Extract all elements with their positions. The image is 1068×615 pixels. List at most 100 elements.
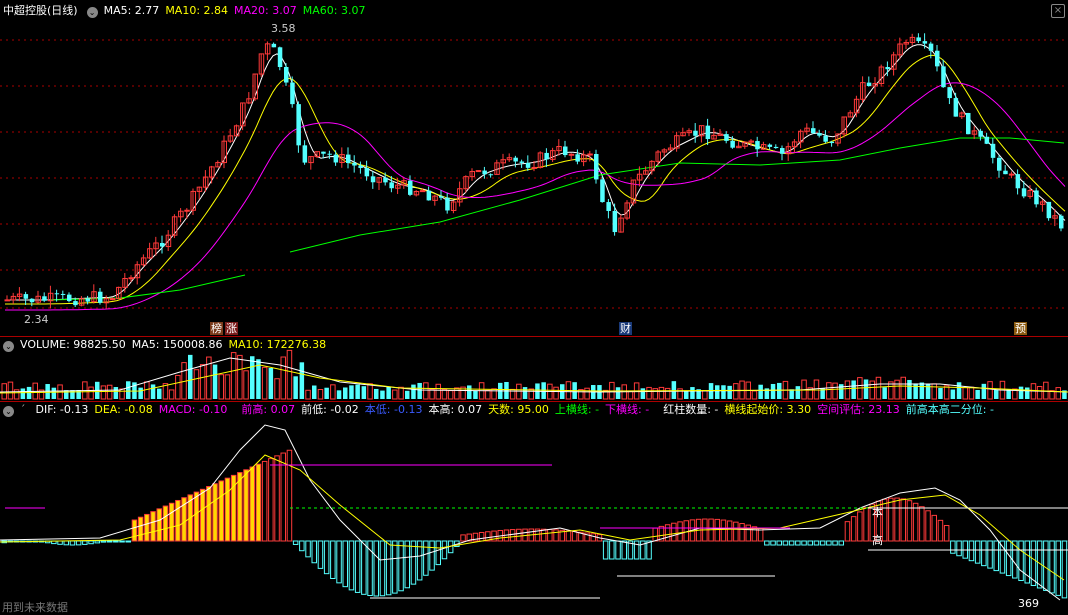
volume-bar-up (119, 388, 125, 400)
close-icon[interactable]: × (1051, 4, 1065, 18)
volume-bar-down (299, 362, 305, 399)
prev-high: 前高: 0.07 (241, 403, 296, 416)
volume-bar-up (844, 380, 851, 400)
candle-body-down (73, 301, 78, 306)
macd-bar (516, 528, 522, 542)
candle-body-down (978, 130, 983, 137)
volume-bar-up (435, 383, 441, 400)
candle-body-down (85, 298, 91, 302)
lower-line: 下横线: - (605, 403, 650, 416)
macd-bar (1018, 540, 1024, 582)
price-legend: 中超控股(日线) ⌄ MA5: 2.77 MA10: 2.84 MA20: 3.07 MA… (0, 3, 371, 19)
candle-body-down (767, 144, 773, 147)
volume-bar-down (380, 390, 385, 399)
candle-body-down (705, 125, 711, 140)
collapse-icon[interactable]: ⌄ (3, 406, 14, 417)
candle-body-down (693, 130, 698, 136)
volume-bar-up (274, 378, 280, 400)
volume-bar-down (770, 383, 776, 399)
volume-bar-up (813, 379, 820, 400)
volume-bar-up (441, 388, 448, 400)
macd-mark-ben: 本 (872, 506, 883, 519)
volume-bar-down (981, 383, 987, 399)
volume-bar-down (882, 387, 887, 399)
volume-bar-up (702, 390, 708, 400)
macd-bar-yellow (249, 466, 255, 542)
candle-body-down (1003, 170, 1008, 175)
macd-bar (410, 540, 417, 585)
volume-bar-up (1055, 387, 1061, 400)
candle-body-down (606, 202, 611, 211)
candle-body-down (42, 296, 47, 301)
candle-body-down (525, 162, 531, 168)
volume-bar-down (851, 380, 856, 399)
space-evaluation: 空间评估: 23.13 (817, 403, 900, 416)
price-grid (0, 39, 1068, 309)
volume-bar-down (324, 387, 329, 399)
macd-bar (950, 540, 956, 554)
candle-body-up (475, 170, 482, 173)
macd-bar (423, 540, 429, 576)
collapse-icon[interactable]: ⌄ (86, 7, 98, 18)
candle-body-down (321, 151, 326, 154)
kline-chart[interactable] (0, 0, 1068, 615)
macd-bar (82, 540, 88, 545)
candle-body-down (370, 176, 376, 183)
macd-bar (621, 540, 627, 560)
candle-body-down (408, 180, 413, 195)
macd-bar (348, 540, 355, 591)
stock-title[interactable]: 中超控股(日线) (3, 4, 78, 17)
macd-bar (404, 540, 410, 589)
macd-bar (392, 540, 398, 594)
candle-body-down (271, 43, 277, 48)
volume-bar-down (938, 388, 943, 399)
candle-body-down (953, 98, 959, 117)
line-start-price: 横线起始价: 3.30 (724, 403, 812, 416)
volume-bar-down (64, 390, 69, 399)
macd-bar-yellow (150, 511, 156, 542)
collapse-icon[interactable]: ⌄ (3, 341, 14, 352)
candle-body-down (277, 47, 283, 68)
candle-body-down (358, 165, 363, 169)
candle-body-down (160, 242, 165, 247)
volume-bar-down (1018, 386, 1024, 399)
event-tag-zhang[interactable]: 涨 (225, 322, 238, 335)
candle-body-down (290, 82, 295, 105)
volume-bar-up (646, 386, 652, 400)
candle-body-down (519, 161, 525, 163)
event-tag-bang[interactable]: 榜 (210, 322, 223, 335)
event-tag-yu[interactable]: 预 (1014, 322, 1027, 335)
volume-bar-up (106, 384, 113, 400)
candle-body-down (513, 157, 518, 162)
macd-bar (974, 540, 981, 564)
candle-body-down (29, 298, 35, 303)
volume-bar-up (224, 374, 231, 400)
macd-bar (671, 522, 677, 542)
volume-bar-down (138, 387, 143, 399)
volume-bar-up (832, 382, 838, 400)
macd-bar-yellow (137, 516, 144, 542)
macd-bar (385, 540, 392, 596)
candle-body-down (426, 190, 432, 201)
macd-bar (88, 540, 94, 545)
macd-bar (69, 540, 76, 546)
macd-bar (807, 540, 813, 546)
volume-bar-up (875, 376, 882, 400)
volume-bar-down (777, 382, 782, 399)
volume-bar-down (1006, 389, 1011, 399)
event-tag-cai[interactable]: 财 (619, 322, 632, 335)
candle-body-up (4, 299, 10, 302)
macd-bar (714, 518, 720, 542)
macd-bar (931, 514, 937, 542)
macd-bar (863, 507, 869, 542)
macd-legend: ⌄ ˊ DIF: -0.13 DEA: -0.08 MACD: -0.10 前高: 0.0… (0, 402, 1000, 418)
macd-bar (739, 523, 745, 542)
volume-bar-up (230, 352, 237, 400)
volume-bar-down (386, 386, 391, 399)
candle-body-down (54, 293, 60, 295)
candle-body-down (1015, 174, 1021, 189)
volume-bar-up (330, 384, 336, 400)
macd-bar (943, 524, 950, 542)
volume-bar-down (113, 387, 119, 399)
macd-bar (125, 540, 131, 543)
